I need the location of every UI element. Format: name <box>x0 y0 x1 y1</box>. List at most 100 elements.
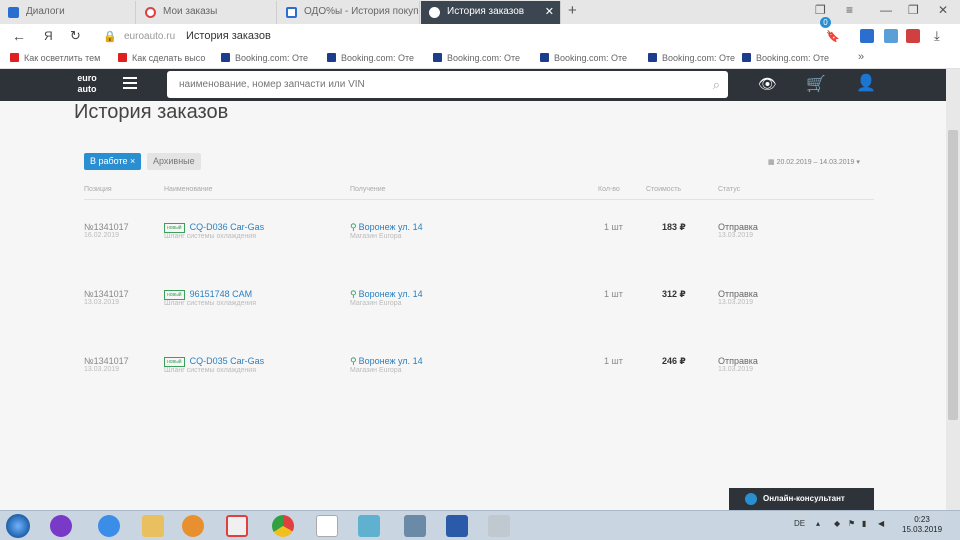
booking-icon <box>648 53 657 62</box>
yandex-icon[interactable] <box>316 515 338 537</box>
folder-icon[interactable] <box>142 515 164 537</box>
tab-purchase-history[interactable]: ОДО%ы - История покуп <box>278 1 420 24</box>
tray-up-icon[interactable]: ▴ <box>816 519 820 528</box>
lock-icon: 🔒 <box>103 31 117 43</box>
network-icon[interactable]: ▮ <box>862 519 866 528</box>
user-icon[interactable]: 👤 <box>856 73 876 93</box>
bookmark-item[interactable]: Booking.com: Оте <box>327 53 414 63</box>
photo-viewer-icon[interactable] <box>404 515 426 537</box>
yandex-browser-icon[interactable] <box>226 515 248 537</box>
chrome-icon[interactable] <box>272 515 294 537</box>
bookmarks-overflow-button[interactable]: » <box>858 51 864 63</box>
column-header[interactable]: Получение <box>350 186 386 193</box>
eye-icon[interactable]: 👁 <box>758 75 777 93</box>
date-range-picker[interactable]: ▦ 20.02.2019 – 14.03.2019 ▾ <box>768 158 860 166</box>
quantity: 1 шт <box>604 356 623 366</box>
status-date: 13.03.2019 <box>718 232 754 239</box>
media-player-icon[interactable] <box>182 515 204 537</box>
bookmark-item[interactable]: Booking.com: Оте <box>648 53 735 63</box>
euroauto-logo[interactable]: euro auto <box>74 73 100 97</box>
extension-icon[interactable] <box>884 29 898 43</box>
bookmark-item[interactable]: Booking.com: Оте <box>433 53 520 63</box>
yandex-home-button[interactable]: Я <box>44 29 53 43</box>
pickup-link[interactable]: Воронеж ул. 14 <box>359 289 423 299</box>
bookmark-item[interactable]: Booking.com: Оте <box>221 53 308 63</box>
extension-icon[interactable] <box>860 29 874 43</box>
tray-app-icon[interactable]: ◆ <box>834 519 840 528</box>
pickup-link[interactable]: Воронеж ул. 14 <box>359 222 423 232</box>
bookmark-item[interactable]: Booking.com: Оте <box>540 53 627 63</box>
restore-icon[interactable]: ❐ <box>908 3 919 17</box>
scrollbar-thumb[interactable] <box>948 130 958 420</box>
order-number[interactable]: №1341017 <box>84 356 129 366</box>
column-header[interactable]: Позиция <box>84 186 112 193</box>
start-button[interactable] <box>6 514 30 538</box>
logo-text: auto <box>77 84 97 94</box>
search-icon[interactable]: ⌕ <box>713 77 720 93</box>
tab-dialogs[interactable]: Диалоги <box>0 1 136 24</box>
quantity: 1 шт <box>604 289 623 299</box>
volume-icon[interactable]: ◀ <box>878 519 884 528</box>
filter-archive-chip[interactable]: Архивные <box>147 153 201 170</box>
filter-label: В работе <box>90 156 128 166</box>
status-label: Отправка <box>718 289 758 299</box>
minimize-icon[interactable]: — <box>880 3 892 17</box>
online-consultant-button[interactable]: Онлайн-консультант <box>729 488 874 510</box>
flag-icon[interactable]: ⚑ <box>848 519 855 528</box>
pickup-location: ⚲ Воронеж ул. 14 Магазин Europa <box>350 356 423 374</box>
filter-remove-icon[interactable]: × <box>130 156 135 166</box>
internet-explorer-icon[interactable] <box>98 515 120 537</box>
tab-my-orders[interactable]: Мои заказы <box>137 1 277 24</box>
bookmark-item[interactable]: Как сделать высо <box>118 53 205 63</box>
column-header[interactable]: Наименование <box>164 186 213 193</box>
column-header[interactable]: Статус <box>718 186 740 193</box>
download-icon[interactable]: ⤓ <box>934 28 940 44</box>
system-clock[interactable]: 0:23 15.03.2019 <box>902 515 942 535</box>
page-title: История заказов <box>74 101 229 123</box>
location-pin-icon: ⚲ <box>350 356 357 366</box>
back-arrow-icon[interactable]: ← <box>12 28 26 44</box>
new-badge: новый <box>164 357 185 367</box>
hamburger-menu-icon[interactable] <box>123 77 137 92</box>
new-badge: новый <box>164 223 185 233</box>
part-link[interactable]: CQ-D035 Car-Gas <box>190 356 265 366</box>
booking-icon <box>742 53 751 62</box>
microphone-icon[interactable] <box>50 515 72 537</box>
close-window-icon[interactable]: ✕ <box>938 3 948 17</box>
paint-icon[interactable] <box>488 515 510 537</box>
search-input[interactable] <box>167 71 687 98</box>
language-indicator[interactable]: DE <box>794 519 805 528</box>
filter-in-progress-chip[interactable]: В работе × <box>84 153 142 170</box>
column-header[interactable]: Кол-во <box>598 186 620 193</box>
pin-window-icon[interactable]: ❐ <box>815 3 826 17</box>
menu-icon[interactable]: ≡ <box>846 3 853 17</box>
part-link[interactable]: CQ-D036 Car-Gas <box>190 222 265 232</box>
cart-icon[interactable]: 🛒 <box>806 74 826 94</box>
app-icon[interactable] <box>358 515 380 537</box>
chat-icon <box>745 493 757 505</box>
tab-favicon-icon <box>8 7 19 18</box>
order-number[interactable]: №1341017 <box>84 222 129 232</box>
bookmark-item[interactable]: Как осветлить тем <box>10 53 100 63</box>
new-tab-button[interactable]: + <box>568 2 577 19</box>
extension-icon[interactable] <box>906 29 920 43</box>
booking-icon <box>221 53 230 62</box>
windows-taskbar: DE ▴ ◆ ⚑ ▮ ◀ 0:23 15.03.2019 <box>0 510 960 540</box>
pickup-store: Магазин Europa <box>350 300 402 307</box>
part-link[interactable]: 96151748 CAM <box>190 289 253 299</box>
youtube-icon <box>10 53 19 62</box>
table-row: №1341017 13.03.2019 <box>84 289 129 306</box>
tab-order-history[interactable]: История заказов ✕ <box>421 1 561 24</box>
bookmark-icon[interactable]: 🔖 <box>826 30 840 43</box>
close-tab-icon[interactable]: ✕ <box>545 1 554 23</box>
order-number[interactable]: №1341017 <box>84 289 129 299</box>
tab-label: История заказов <box>447 6 525 17</box>
bookmark-item[interactable]: Booking.com: Оте <box>742 53 829 63</box>
word-icon[interactable] <box>446 515 468 537</box>
reload-icon[interactable]: ↻ <box>70 28 81 44</box>
booking-icon <box>327 53 336 62</box>
column-header[interactable]: Стоимость <box>646 186 681 193</box>
pickup-location: ⚲ Воронеж ул. 14 Магазин Europa <box>350 222 423 240</box>
pickup-link[interactable]: Воронеж ул. 14 <box>359 356 423 366</box>
url-text[interactable]: euroauto.ru <box>124 31 175 42</box>
